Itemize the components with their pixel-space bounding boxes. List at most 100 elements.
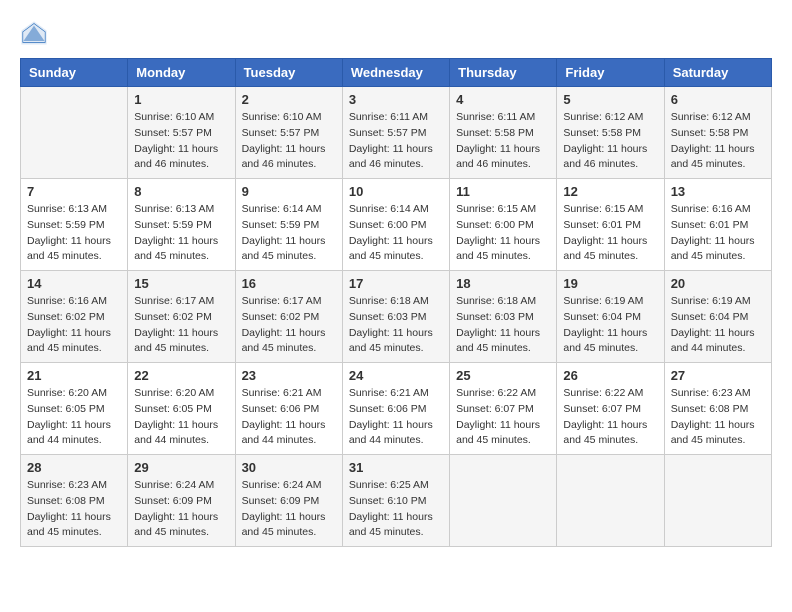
calendar-cell: 30Sunrise: 6:24 AMSunset: 6:09 PMDayligh… [235,455,342,547]
day-number: 14 [27,276,121,291]
week-row-3: 14 Sunrise: 6:16 AMSunset: 6:02 PMDayligh… [21,271,772,363]
calendar-cell: 24 Sunrise: 6:21 AMSunset: 6:06 PMDayligh… [342,363,449,455]
calendar-cell: 23 Sunrise: 6:21 AMSunset: 6:06 PMDayligh… [235,363,342,455]
day-info: Sunrise: 6:12 AMSunset: 5:58 PMDaylight:… [671,110,765,173]
calendar-cell: 12 Sunrise: 6:15 AMSunset: 6:01 PMDayligh… [557,179,664,271]
day-number: 16 [242,276,336,291]
day-info: Sunrise: 6:23 AMSunset: 6:08 PMDaylight:… [27,478,121,541]
day-number: 29 [134,460,228,475]
calendar-table: SundayMondayTuesdayWednesdayThursdayFrid… [20,58,772,547]
day-number: 10 [349,184,443,199]
day-info: Sunrise: 6:19 AMSunset: 6:04 PMDaylight:… [563,294,657,357]
week-row-1: 1 Sunrise: 6:10 AMSunset: 5:57 PMDaylight… [21,87,772,179]
calendar-cell: 7Sunrise: 6:13 AMSunset: 5:59 PMDaylight… [21,179,128,271]
calendar-cell: 18 Sunrise: 6:18 AMSunset: 6:03 PMDayligh… [450,271,557,363]
day-number: 13 [671,184,765,199]
logo-icon [20,20,48,48]
calendar-cell [21,87,128,179]
calendar-cell: 3 Sunrise: 6:11 AMSunset: 5:57 PMDaylight… [342,87,449,179]
week-row-5: 28 Sunrise: 6:23 AMSunset: 6:08 PMDayligh… [21,455,772,547]
day-number: 18 [456,276,550,291]
day-info: Sunrise: 6:21 AMSunset: 6:06 PMDaylight:… [349,386,443,449]
day-info: Sunrise: 6:15 AMSunset: 6:00 PMDaylight:… [456,202,550,265]
calendar-cell: 28 Sunrise: 6:23 AMSunset: 6:08 PMDayligh… [21,455,128,547]
day-info: Sunrise: 6:10 AMSunset: 5:57 PMDaylight:… [242,110,336,173]
day-info: Sunrise: 6:22 AMSunset: 6:07 PMDaylight:… [456,386,550,449]
day-number: 9 [242,184,336,199]
day-info: Sunrise: 6:11 AMSunset: 5:58 PMDaylight:… [456,110,550,173]
day-info: Sunrise: 6:16 AMSunset: 6:02 PMDaylight:… [27,294,121,357]
day-info: Sunrise: 6:10 AMSunset: 5:57 PMDaylight:… [134,110,228,173]
col-header-monday: Monday [128,59,235,87]
day-info: Sunrise: 6:24 AMSunset: 6:09 PMDaylight:… [242,478,336,541]
day-info: Sunrise: 6:20 AMSunset: 6:05 PMDaylight:… [27,386,121,449]
day-number: 8 [134,184,228,199]
calendar-cell: 16 Sunrise: 6:17 AMSunset: 6:02 PMDayligh… [235,271,342,363]
calendar-cell: 31 Sunrise: 6:25 AMSunset: 6:10 PMDayligh… [342,455,449,547]
day-info: Sunrise: 6:19 AMSunset: 6:04 PMDaylight:… [671,294,765,357]
day-info: Sunrise: 6:13 AMSunset: 5:59 PMDaylight:… [134,202,228,265]
day-info: Sunrise: 6:12 AMSunset: 5:58 PMDaylight:… [563,110,657,173]
calendar-cell: 26 Sunrise: 6:22 AMSunset: 6:07 PMDayligh… [557,363,664,455]
day-number: 28 [27,460,121,475]
day-number: 17 [349,276,443,291]
calendar-cell: 9 Sunrise: 6:14 AMSunset: 5:59 PMDaylight… [235,179,342,271]
day-info: Sunrise: 6:23 AMSunset: 6:08 PMDaylight:… [671,386,765,449]
day-info: Sunrise: 6:18 AMSunset: 6:03 PMDaylight:… [349,294,443,357]
week-row-2: 7Sunrise: 6:13 AMSunset: 5:59 PMDaylight… [21,179,772,271]
day-number: 24 [349,368,443,383]
calendar-cell: 4 Sunrise: 6:11 AMSunset: 5:58 PMDaylight… [450,87,557,179]
day-number: 20 [671,276,765,291]
day-info: Sunrise: 6:17 AMSunset: 6:02 PMDaylight:… [134,294,228,357]
calendar-header-row: SundayMondayTuesdayWednesdayThursdayFrid… [21,59,772,87]
day-number: 21 [27,368,121,383]
calendar-cell: 13 Sunrise: 6:16 AMSunset: 6:01 PMDayligh… [664,179,771,271]
day-number: 3 [349,92,443,107]
calendar-cell: 10 Sunrise: 6:14 AMSunset: 6:00 PMDayligh… [342,179,449,271]
calendar-cell: 29 Sunrise: 6:24 AMSunset: 6:09 PMDayligh… [128,455,235,547]
calendar-cell: 8 Sunrise: 6:13 AMSunset: 5:59 PMDaylight… [128,179,235,271]
calendar-cell: 21 Sunrise: 6:20 AMSunset: 6:05 PMDayligh… [21,363,128,455]
day-info: Sunrise: 6:14 AMSunset: 5:59 PMDaylight:… [242,202,336,265]
calendar-cell: 15 Sunrise: 6:17 AMSunset: 6:02 PMDayligh… [128,271,235,363]
day-info: Sunrise: 6:18 AMSunset: 6:03 PMDaylight:… [456,294,550,357]
day-info: Sunrise: 6:14 AMSunset: 6:00 PMDaylight:… [349,202,443,265]
day-info: Sunrise: 6:22 AMSunset: 6:07 PMDaylight:… [563,386,657,449]
day-info: Sunrise: 6:13 AMSunset: 5:59 PMDaylight:… [27,202,121,265]
calendar-cell: 6 Sunrise: 6:12 AMSunset: 5:58 PMDaylight… [664,87,771,179]
day-number: 15 [134,276,228,291]
col-header-wednesday: Wednesday [342,59,449,87]
day-info: Sunrise: 6:16 AMSunset: 6:01 PMDaylight:… [671,202,765,265]
day-number: 12 [563,184,657,199]
calendar-cell [557,455,664,547]
col-header-tuesday: Tuesday [235,59,342,87]
day-number: 5 [563,92,657,107]
day-number: 2 [242,92,336,107]
week-row-4: 21 Sunrise: 6:20 AMSunset: 6:05 PMDayligh… [21,363,772,455]
day-number: 27 [671,368,765,383]
calendar-cell: 27 Sunrise: 6:23 AMSunset: 6:08 PMDayligh… [664,363,771,455]
calendar-cell: 20 Sunrise: 6:19 AMSunset: 6:04 PMDayligh… [664,271,771,363]
logo [20,20,52,48]
day-info: Sunrise: 6:11 AMSunset: 5:57 PMDaylight:… [349,110,443,173]
calendar-cell: 1 Sunrise: 6:10 AMSunset: 5:57 PMDaylight… [128,87,235,179]
col-header-sunday: Sunday [21,59,128,87]
day-info: Sunrise: 6:17 AMSunset: 6:02 PMDaylight:… [242,294,336,357]
day-info: Sunrise: 6:21 AMSunset: 6:06 PMDaylight:… [242,386,336,449]
page-header [20,20,772,48]
day-number: 31 [349,460,443,475]
day-info: Sunrise: 6:20 AMSunset: 6:05 PMDaylight:… [134,386,228,449]
day-number: 22 [134,368,228,383]
day-number: 25 [456,368,550,383]
day-info: Sunrise: 6:25 AMSunset: 6:10 PMDaylight:… [349,478,443,541]
day-number: 4 [456,92,550,107]
calendar-cell: 17 Sunrise: 6:18 AMSunset: 6:03 PMDayligh… [342,271,449,363]
day-number: 26 [563,368,657,383]
calendar-cell [664,455,771,547]
day-number: 1 [134,92,228,107]
calendar-cell: 14 Sunrise: 6:16 AMSunset: 6:02 PMDayligh… [21,271,128,363]
day-number: 23 [242,368,336,383]
day-number: 6 [671,92,765,107]
day-info: Sunrise: 6:15 AMSunset: 6:01 PMDaylight:… [563,202,657,265]
day-info: Sunrise: 6:24 AMSunset: 6:09 PMDaylight:… [134,478,228,541]
